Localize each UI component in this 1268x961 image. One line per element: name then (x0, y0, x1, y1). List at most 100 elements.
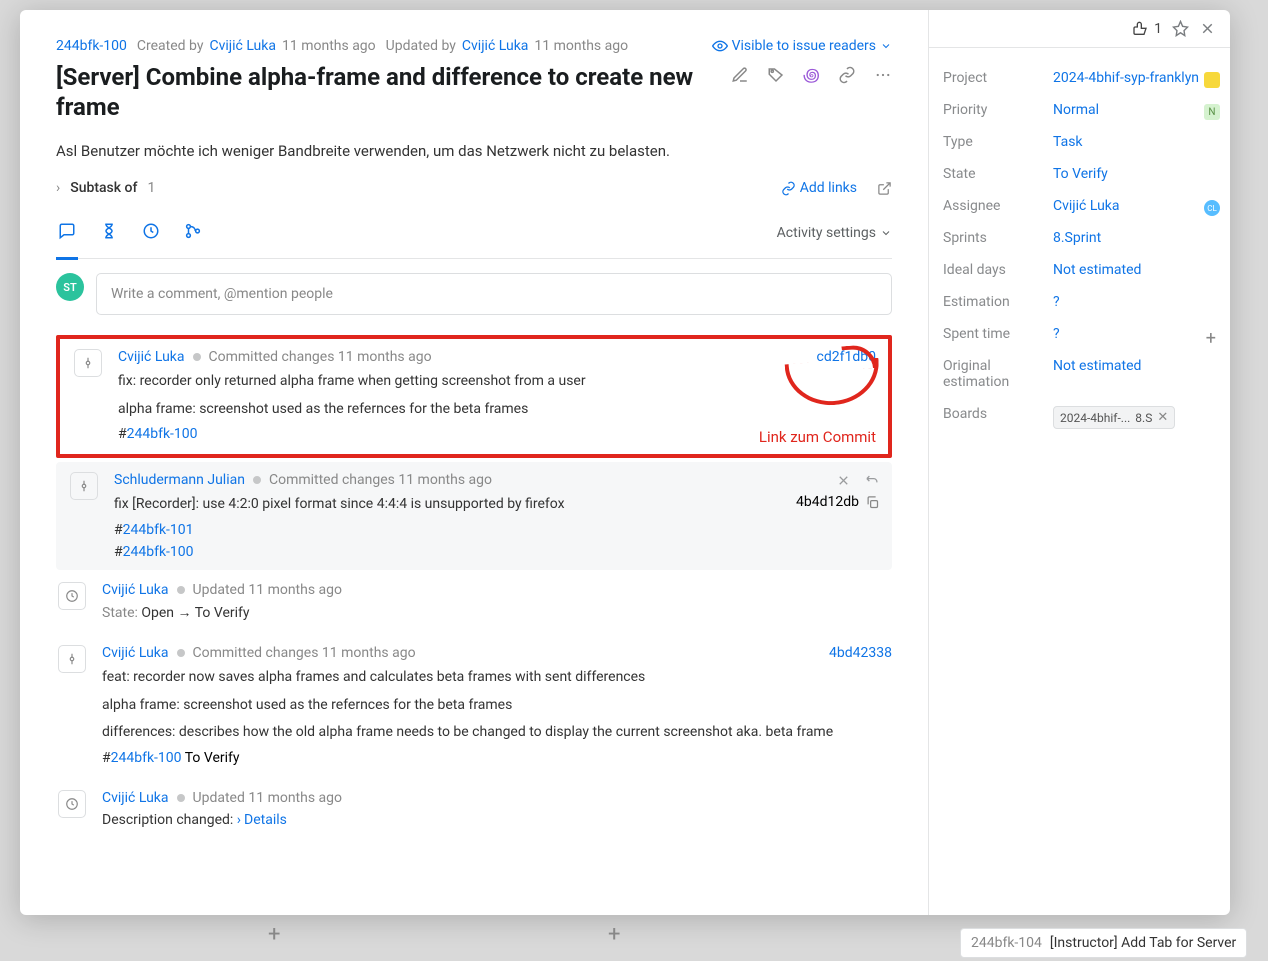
issue-tag-link[interactable]: 244bfk-100 (111, 750, 182, 766)
assignee-avatar: CL (1204, 200, 1220, 216)
tag-suffix: To Verify (185, 750, 240, 766)
field-label-assignee: Assignee (943, 198, 1053, 214)
link-icon[interactable] (838, 66, 856, 84)
bg-card[interactable]: 244bfk-104 [Instructor] Add Tab for Serv… (960, 928, 1247, 958)
subtask-expand[interactable]: › Subtask of 1 (56, 180, 155, 196)
issue-tag-link[interactable]: 244bfk-100 (123, 544, 194, 560)
commit-message: alpha frame: screenshot used as the refe… (102, 695, 892, 717)
breadcrumb: 244bfk-100 Created by Cvijić Luka 11 mon… (56, 38, 892, 54)
status-dot (193, 353, 201, 361)
field-label-boards: Boards (943, 406, 1053, 422)
commit-message: alpha frame: screenshot used as the refe… (118, 399, 876, 421)
field-label-sprints: Sprints (943, 230, 1053, 246)
remove-chip-button[interactable]: ✕ (1157, 410, 1168, 425)
activity-author[interactable]: Cvijić Luka (102, 582, 169, 598)
add-column-button[interactable]: + (268, 922, 280, 947)
board-chip[interactable]: 2024-4bhif-... 8.S ✕ (1053, 406, 1175, 429)
tab-time[interactable] (98, 218, 120, 248)
issue-tag-link[interactable]: 244bfk-101 (123, 522, 194, 538)
edit-icon[interactable] (731, 66, 749, 84)
issue-id-link[interactable]: 244bfk-100 (56, 38, 127, 54)
undo-icon[interactable] (865, 473, 880, 488)
annotation-text: Link zum Commit (759, 428, 876, 446)
field-label-estimation: Estimation (943, 294, 1053, 310)
visibility-label: Visible to issue readers (732, 38, 876, 54)
field-label-type: Type (943, 134, 1053, 150)
field-type[interactable]: Task (1053, 134, 1216, 150)
clock-icon (58, 582, 86, 610)
copy-icon[interactable] (865, 495, 880, 510)
tab-comments[interactable] (56, 218, 78, 260)
commit-message: feat: recorder now saves alpha frames an… (102, 667, 892, 689)
avatar: ST (56, 273, 84, 301)
updated-label: Updated by (386, 38, 456, 54)
comment-input[interactable]: Write a comment, @mention people (96, 273, 892, 315)
field-state[interactable]: To Verify (1053, 166, 1216, 182)
commit-icon (74, 349, 102, 377)
commit-hash-link[interactable]: 4bd42338 (829, 645, 892, 661)
field-ideal[interactable]: Not estimated (1053, 262, 1216, 278)
tab-vcs[interactable] (182, 218, 204, 248)
status-dot (177, 794, 185, 802)
close-icon[interactable] (1199, 20, 1216, 37)
spiral-icon[interactable]: ꩜ (803, 62, 820, 88)
field-label-priority: Priority (943, 102, 1053, 118)
activity-author[interactable]: Schludermann Julian (114, 472, 245, 488)
field-priority[interactable]: NormalN (1053, 102, 1216, 118)
field-label-project: Project (943, 70, 1053, 86)
chevron-right-icon: › (56, 180, 60, 196)
field-label-orig: Original estimation (943, 358, 1053, 390)
commit-message: fix [Recorder]: use 4:2:0 pixel format s… (114, 494, 565, 516)
activity-author[interactable]: Cvijić Luka (102, 645, 169, 661)
issue-description: Asl Benutzer möchte ich weniger Bandbrei… (56, 142, 892, 160)
field-label-spent: Spent time (943, 326, 1053, 342)
activity-meta: Updated 11 months ago (193, 790, 342, 806)
page-title: [Server] Combine alpha-frame and differe… (56, 62, 711, 122)
activity-author[interactable]: Cvijić Luka (102, 790, 169, 806)
add-column-button[interactable]: + (608, 922, 620, 947)
status-dot (177, 586, 185, 594)
tab-history[interactable] (140, 218, 162, 248)
star-icon[interactable] (1172, 20, 1189, 37)
updated-time: 11 months ago (534, 38, 628, 54)
annotated-commit-box: Cvijić Luka Committed changes 11 months … (56, 335, 892, 458)
add-spent-time-button[interactable]: + (1206, 328, 1216, 349)
field-boards[interactable]: 2024-4bhif-... 8.S ✕ (1053, 406, 1216, 429)
add-links-button[interactable]: Add links (781, 180, 857, 196)
activity-author[interactable]: Cvijić Luka (118, 349, 185, 365)
external-link-icon[interactable] (877, 181, 892, 196)
commit-hash-link[interactable]: 4b4d12db (796, 494, 859, 510)
project-avatar (1204, 72, 1220, 88)
field-assignee[interactable]: Cvijić LukaCL (1053, 198, 1216, 214)
desc-changed-label: Description changed: (102, 812, 233, 828)
field-project[interactable]: 2024-4bhif-syp-franklyn (1053, 70, 1216, 86)
field-orig[interactable]: Not estimated (1053, 358, 1216, 374)
visibility-dropdown[interactable]: Visible to issue readers (712, 38, 892, 54)
field-label-ideal: Ideal days (943, 262, 1053, 278)
activity-meta: Committed changes 11 months ago (193, 645, 416, 661)
field-estimation[interactable]: ? (1053, 294, 1216, 310)
creator-link[interactable]: Cvijić Luka (209, 38, 276, 54)
field-spent[interactable]: ?+ (1053, 326, 1216, 342)
updater-link[interactable]: Cvijić Luka (462, 38, 529, 54)
issue-tag-link[interactable]: 244bfk-100 (127, 426, 198, 442)
activity-settings-dropdown[interactable]: Activity settings (777, 225, 892, 251)
vote-button[interactable]: 1 (1132, 21, 1162, 37)
commit-icon (70, 472, 98, 500)
status-dot (177, 649, 185, 657)
more-icon[interactable] (874, 66, 892, 84)
commit-message: fix: recorder only returned alpha frame … (118, 371, 876, 393)
created-time: 11 months ago (282, 38, 376, 54)
priority-badge: N (1204, 104, 1220, 120)
created-label: Created by (137, 38, 204, 54)
tag-icon[interactable] (767, 66, 785, 84)
field-sprints[interactable]: 8.Sprint (1053, 230, 1216, 246)
clock-icon (58, 790, 86, 818)
close-icon[interactable] (836, 473, 851, 488)
activity-meta: Committed changes 11 months ago (269, 472, 492, 488)
details-button[interactable]: › Details (237, 812, 287, 828)
activity-meta: Updated 11 months ago (193, 582, 342, 598)
status-dot (253, 476, 261, 484)
field-label-state: State (943, 166, 1053, 182)
state-from: Open (141, 605, 174, 621)
